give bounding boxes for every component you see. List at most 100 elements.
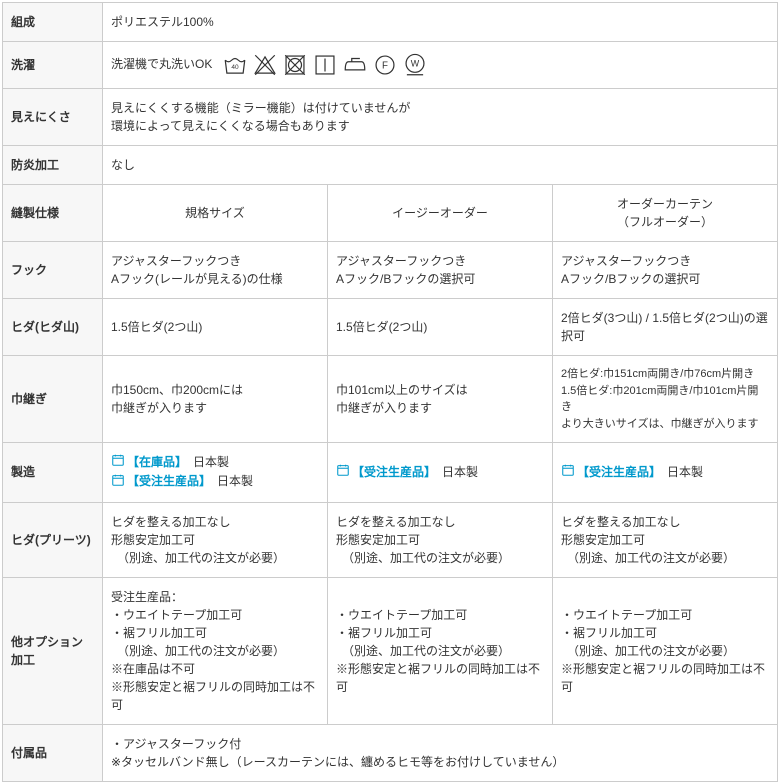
- row-accessories: 付属品 ・アジャスターフック付 ※タッセルバンド無し（レースカーテンには、纏める…: [3, 724, 778, 781]
- wj-c1-l2: 巾継ぎが入ります: [111, 401, 207, 415]
- value-accessories: ・アジャスターフック付 ※タッセルバンド無し（レースカーテンには、纏めるヒモ等を…: [103, 724, 778, 781]
- opt-c1-l2: ・ウエイトテープ加工可: [111, 608, 242, 622]
- label-flame: 防炎加工: [3, 146, 103, 185]
- row-width-join: 巾継ぎ 巾150cm、巾200cmには 巾継ぎが入ります 巾101cm以上のサイ…: [3, 356, 778, 443]
- pleat-mount-col1: 1.5倍ヒダ(2つ山): [103, 299, 328, 356]
- opt-c1-l3: ・裾フリル加工可: [111, 626, 207, 640]
- mfg-jp-2: 日本製: [217, 474, 253, 488]
- wj-c3-l2: 1.5倍ヒダ:巾201cm両開き/巾101cm片開き: [561, 385, 758, 414]
- value-washing: 洗濯機で丸洗いOK 40 F W: [103, 42, 778, 89]
- hook-col1: アジャスターフックつき Aフック(レールが見える)の仕様: [103, 242, 328, 299]
- wj-c3-l3: より大きいサイズは、巾継ぎが入ります: [561, 418, 758, 430]
- opt-col3: ・ウエイトテープ加工可 ・裾フリル加工可 （別途、加工代の注文が必要） ※形態安…: [553, 577, 778, 724]
- mfg-jp-1: 日本製: [193, 455, 229, 469]
- label-composition: 組成: [3, 3, 103, 42]
- col-header-standard: 規格サイズ: [103, 185, 328, 242]
- pleat-mount-col2: 1.5倍ヒダ(2つ山): [328, 299, 553, 356]
- mto-link-2[interactable]: 【受注生産品】: [352, 465, 430, 479]
- opt-c3-l2: ・裾フリル加工可: [561, 626, 657, 640]
- hook-col2-l1: アジャスターフックつき: [336, 254, 466, 268]
- row-composition: 組成 ポリエステル100%: [3, 3, 778, 42]
- col-header-full: オーダーカーテン （フルオーダー）: [553, 185, 778, 242]
- opt-c3-l1: ・ウエイトテープ加工可: [561, 608, 692, 622]
- label-washing: 洗濯: [3, 42, 103, 89]
- opt-c1-l6: ※形態安定と裾フリルの同時加工は不可: [111, 680, 315, 712]
- mfg-col3: 【受注生産品】 日本製: [553, 443, 778, 503]
- calendar-icon: [111, 453, 125, 472]
- mto-link-3[interactable]: 【受注生産品】: [577, 465, 655, 479]
- pleat-mount-col3: 2倍ヒダ(3つ山) / 1.5倍ヒダ(2つ山)の選択可: [553, 299, 778, 356]
- pf-c3-l2: 形態安定加工可: [561, 533, 645, 547]
- opt-c2-l3: （別途、加工代の注文が必要）: [336, 644, 510, 658]
- opt-c1-l4: （別途、加工代の注文が必要）: [111, 644, 285, 658]
- row-visibility: 見えにくさ 見えにくくする機能（ミラー機能）は付けていませんが 環境によって見え…: [3, 89, 778, 146]
- label-pleat-mount: ヒダ(ヒダ山): [3, 299, 103, 356]
- hook-col3: アジャスターフックつき Aフック/Bフックの選択可: [553, 242, 778, 299]
- row-manufacture: 製造 【在庫品】 日本製 【受注生産品】 日本製 【受注生産品】 日本製 【受注…: [3, 443, 778, 503]
- hook-col2-l2: Aフック/Bフックの選択可: [336, 272, 475, 286]
- label-width-join: 巾継ぎ: [3, 356, 103, 443]
- opt-c3-l4: ※形態安定と裾フリルの同時加工は不可: [561, 662, 765, 694]
- value-flame: なし: [103, 146, 778, 185]
- value-visibility: 見えにくくする機能（ミラー機能）は付けていませんが 環境によって見えにくくなる場…: [103, 89, 778, 146]
- mfg-jp-4: 日本製: [667, 465, 703, 479]
- iron-icon: [342, 52, 368, 78]
- opt-c3-l3: （別途、加工代の注文が必要）: [561, 644, 735, 658]
- calendar-icon: [561, 463, 575, 482]
- mfg-jp-3: 日本製: [442, 465, 478, 479]
- svg-text:F: F: [382, 60, 388, 71]
- col3-header-l2: （フルオーダー）: [617, 215, 713, 229]
- row-flame: 防炎加工 なし: [3, 146, 778, 185]
- label-visibility: 見えにくさ: [3, 89, 103, 146]
- label-manufacture: 製造: [3, 443, 103, 503]
- pf-c3-l1: ヒダを整える加工なし: [561, 515, 681, 529]
- visibility-line2: 環境によって見えにくくなる場合もあります: [111, 119, 350, 133]
- acc-l2: ※タッセルバンド無し（レースカーテンには、纏めるヒモ等をお付けしていません）: [111, 755, 564, 769]
- pf-c1-l2: 形態安定加工可: [111, 533, 195, 547]
- label-pleat-finish: ヒダ(プリーツ): [3, 502, 103, 577]
- row-hook: フック アジャスターフックつき Aフック(レールが見える)の仕様 アジャスターフ…: [3, 242, 778, 299]
- pf-c1-l3: （別途、加工代の注文が必要）: [111, 551, 285, 565]
- label-options: 他オプション加工: [3, 577, 103, 724]
- hook-col1-l2: Aフック(レールが見える)の仕様: [111, 272, 283, 286]
- wj-c1-l1: 巾150cm、巾200cmには: [111, 383, 243, 397]
- pf-c1-l1: ヒダを整える加工なし: [111, 515, 231, 529]
- opt-col1: 受注生産品： ・ウエイトテープ加工可 ・裾フリル加工可 （別途、加工代の注文が必…: [103, 577, 328, 724]
- col-header-easy: イージーオーダー: [328, 185, 553, 242]
- mto-link-1[interactable]: 【受注生産品】: [127, 474, 205, 488]
- care-icons-group: 40 F W: [222, 52, 428, 78]
- wj-c2-l2: 巾継ぎが入ります: [336, 401, 432, 415]
- pf-col3: ヒダを整える加工なし 形態安定加工可 （別途、加工代の注文が必要）: [553, 502, 778, 577]
- opt-c2-l2: ・裾フリル加工可: [336, 626, 432, 640]
- col3-header-l1: オーダーカーテン: [617, 197, 713, 211]
- opt-c2-l1: ・ウエイトテープ加工可: [336, 608, 467, 622]
- row-pleat-mount: ヒダ(ヒダ山) 1.5倍ヒダ(2つ山) 1.5倍ヒダ(2つ山) 2倍ヒダ(3つ山…: [3, 299, 778, 356]
- wj-c2-l1: 巾101cm以上のサイズは: [336, 383, 468, 397]
- hook-col2: アジャスターフックつき Aフック/Bフックの選択可: [328, 242, 553, 299]
- row-pleat-finish: ヒダ(プリーツ) ヒダを整える加工なし 形態安定加工可 （別途、加工代の注文が必…: [3, 502, 778, 577]
- hook-col3-l2: Aフック/Bフックの選択可: [561, 272, 700, 286]
- svg-text:40: 40: [231, 64, 239, 71]
- width-join-col2: 巾101cm以上のサイズは 巾継ぎが入ります: [328, 356, 553, 443]
- pf-c2-l3: （別途、加工代の注文が必要）: [336, 551, 510, 565]
- opt-c1-l1: 受注生産品：: [111, 590, 183, 604]
- visibility-line1: 見えにくくする機能（ミラー機能）は付けていませんが: [111, 101, 410, 115]
- svg-text:W: W: [410, 59, 419, 69]
- calendar-icon: [336, 463, 350, 482]
- mfg-col2: 【受注生産品】 日本製: [328, 443, 553, 503]
- stock-link[interactable]: 【在庫品】: [127, 455, 181, 469]
- pf-col1: ヒダを整える加工なし 形態安定加工可 （別途、加工代の注文が必要）: [103, 502, 328, 577]
- label-spec: 縫製仕様: [3, 185, 103, 242]
- row-washing: 洗濯 洗濯機で丸洗いOK 40 F W: [3, 42, 778, 89]
- dry-hang-icon: [312, 52, 338, 78]
- pf-c2-l2: 形態安定加工可: [336, 533, 420, 547]
- value-composition: ポリエステル100%: [103, 3, 778, 42]
- pf-c3-l3: （別途、加工代の注文が必要）: [561, 551, 735, 565]
- opt-c2-l4: ※形態安定と裾フリルの同時加工は不可: [336, 662, 540, 694]
- opt-c1-l5: ※在庫品は不可: [111, 662, 195, 676]
- pf-c2-l1: ヒダを整える加工なし: [336, 515, 456, 529]
- spec-table: 組成 ポリエステル100% 洗濯 洗濯機で丸洗いOK 40 F W 見えにくさ …: [2, 2, 778, 782]
- pf-col2: ヒダを整える加工なし 形態安定加工可 （別途、加工代の注文が必要）: [328, 502, 553, 577]
- label-hook: フック: [3, 242, 103, 299]
- washing-text: 洗濯機で丸洗いOK: [111, 57, 212, 71]
